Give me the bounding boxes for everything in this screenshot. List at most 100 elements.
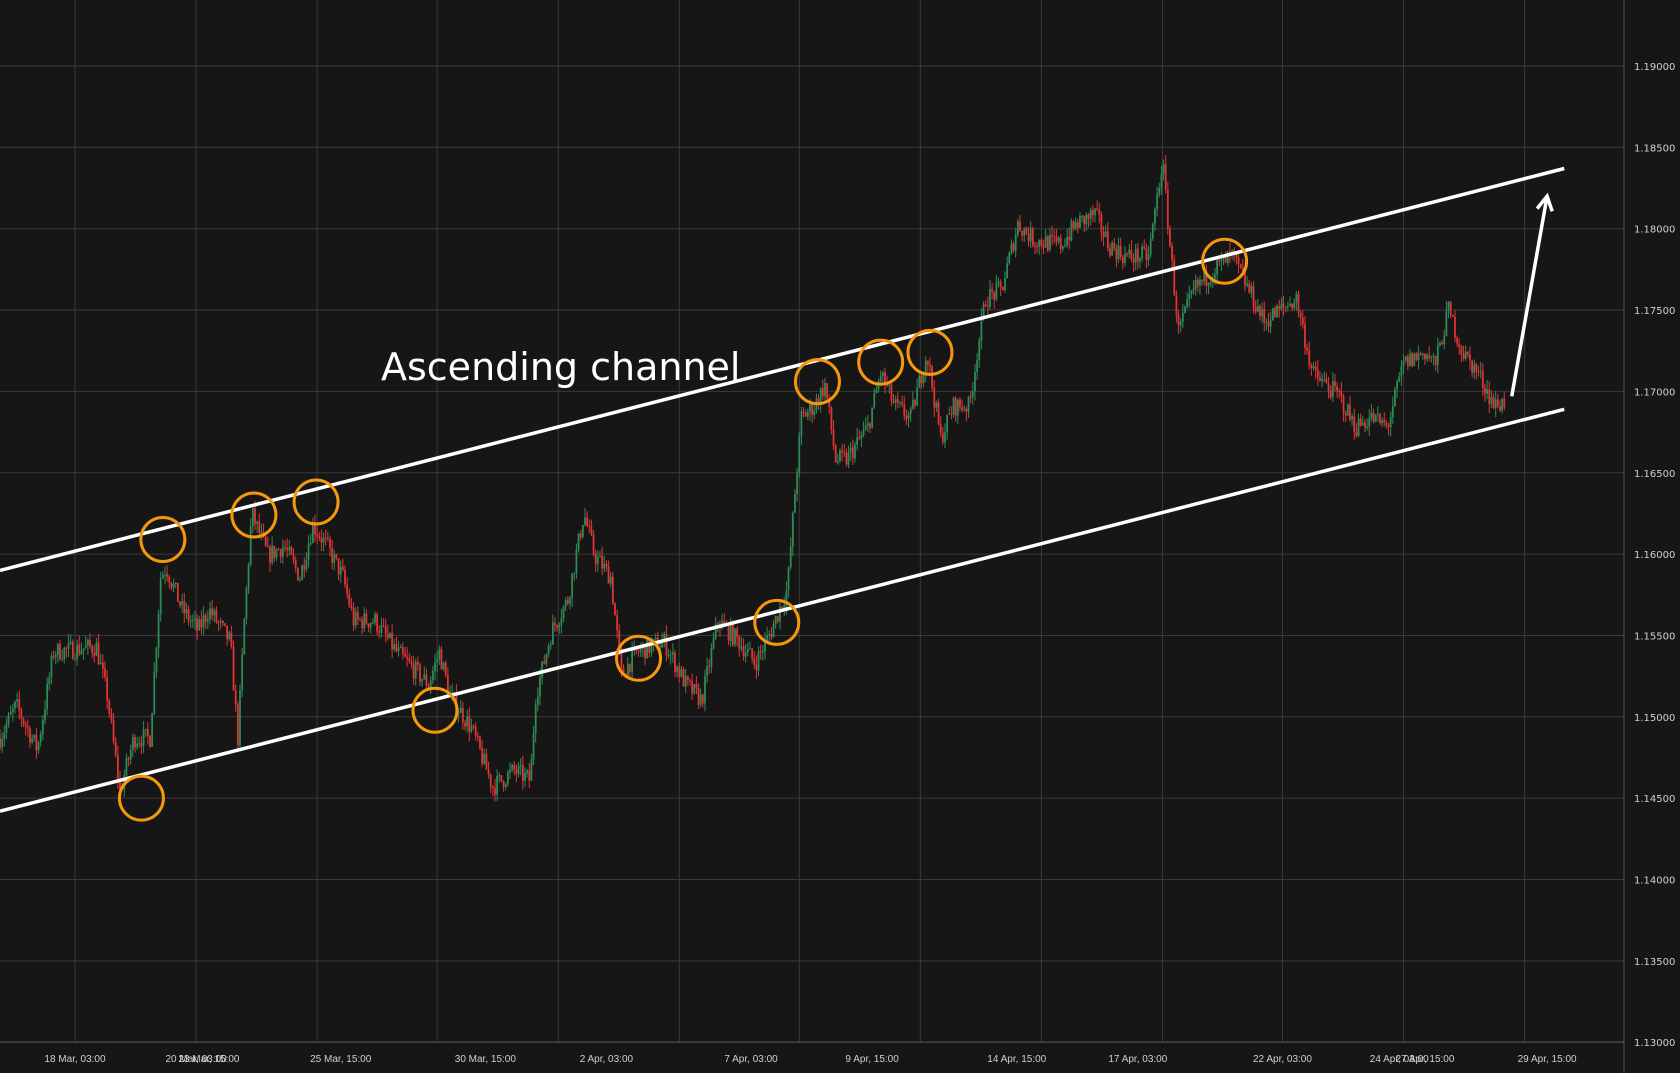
candle-body — [251, 508, 254, 527]
candle-body — [54, 654, 57, 657]
candle-body — [941, 432, 944, 443]
candle-body — [1061, 246, 1064, 249]
candle-body — [584, 517, 586, 525]
candle-body — [961, 406, 964, 410]
candle-body — [989, 288, 991, 307]
candle-body — [1295, 293, 1298, 303]
candle-body — [873, 393, 876, 408]
candle-body — [166, 574, 169, 577]
candle-body — [1034, 245, 1036, 247]
price-chart[interactable]: Ascending channel 1.190001.185001.180001… — [0, 0, 1680, 1073]
candle-body — [710, 648, 713, 667]
candle-body — [954, 397, 957, 416]
candle-body — [494, 788, 496, 795]
candle-body — [1385, 422, 1388, 426]
candle-body — [241, 654, 244, 691]
candle-body — [436, 658, 439, 663]
candle-body — [914, 399, 916, 406]
candle-body — [1081, 215, 1084, 217]
candle-body — [159, 578, 162, 615]
candle-body — [1475, 364, 1478, 372]
candle-body — [11, 708, 14, 713]
candle-body — [1284, 306, 1287, 308]
candle-body — [425, 674, 428, 686]
candle-body — [1151, 223, 1154, 239]
candle-body — [843, 452, 846, 454]
candle-body — [1008, 252, 1011, 264]
candle-body — [468, 716, 471, 732]
candle-body — [1411, 353, 1414, 366]
candle-body — [129, 749, 132, 760]
candle-body — [929, 364, 931, 367]
candle-body — [296, 567, 299, 581]
candle-body — [605, 563, 608, 566]
candle-body — [196, 618, 199, 631]
candle-body — [744, 652, 747, 657]
candle-body — [789, 546, 792, 568]
candle-body — [1246, 283, 1249, 286]
candle-body — [277, 549, 280, 551]
candle-body — [1336, 386, 1339, 391]
candle-body — [206, 619, 209, 622]
x-axis[interactable]: 18 Mar, 03:00 20 Mar, 03:0023 Mar, 15:00 2… — [44, 1054, 1577, 1065]
candle-body — [768, 634, 771, 636]
candle-body — [976, 360, 979, 373]
candle-body — [1383, 420, 1386, 423]
candle-body — [1252, 286, 1255, 308]
candle-body — [346, 584, 349, 594]
candle-body — [755, 664, 758, 671]
candle-body — [401, 647, 404, 654]
candle-body — [1434, 356, 1437, 366]
candle-body — [1359, 418, 1362, 426]
candle-body — [20, 710, 23, 719]
candle-body — [948, 413, 951, 415]
candle-body — [933, 387, 936, 408]
candle-body — [333, 554, 336, 563]
candle-body — [862, 430, 865, 436]
candle-body — [352, 608, 355, 626]
candle-body — [611, 576, 614, 604]
candle-body — [959, 399, 961, 407]
candle-body — [1344, 412, 1347, 416]
candle-body — [284, 547, 286, 549]
candle-body — [181, 601, 184, 606]
candle-body — [1342, 396, 1345, 413]
candle-body — [665, 633, 668, 656]
candle-body — [1406, 356, 1409, 366]
candle-body — [905, 415, 908, 419]
candle-body — [1130, 249, 1133, 259]
candle-body — [1327, 383, 1330, 391]
candle-body — [1314, 366, 1317, 370]
candle-body — [811, 404, 814, 416]
y-tick-label: 1.19000 — [1634, 62, 1675, 73]
candle-body — [1308, 350, 1311, 365]
candle-body — [1376, 413, 1379, 415]
y-axis[interactable]: 1.19000 1.18500 1.18000 1.17500 1.17000 1.165… — [1634, 62, 1675, 1049]
candle-body — [614, 603, 616, 616]
candle-body — [922, 375, 925, 384]
candle-body — [646, 638, 649, 659]
candle-body — [1316, 369, 1319, 378]
candle-body — [144, 728, 147, 730]
candle-body — [901, 402, 904, 405]
candle-body — [369, 623, 372, 628]
candle-body — [899, 402, 901, 404]
candle-body — [903, 404, 906, 416]
candle-body — [183, 601, 186, 614]
candle-body — [1106, 231, 1109, 249]
candle-body — [993, 291, 996, 300]
candle-body — [1040, 239, 1043, 246]
candle-body — [1096, 208, 1099, 210]
candle-body — [5, 724, 8, 733]
candle-body — [416, 661, 419, 665]
candle-body — [1124, 253, 1126, 263]
candle-body — [1477, 371, 1480, 373]
candle-body — [423, 674, 426, 680]
candle-body — [1049, 235, 1051, 251]
candle-body — [774, 616, 777, 625]
candle-body — [1051, 235, 1054, 237]
candle-body — [356, 612, 359, 619]
candle-body — [393, 644, 396, 650]
x-tick-label: 14 Apr, 15:00 — [987, 1054, 1046, 1065]
candle-body — [691, 681, 694, 694]
